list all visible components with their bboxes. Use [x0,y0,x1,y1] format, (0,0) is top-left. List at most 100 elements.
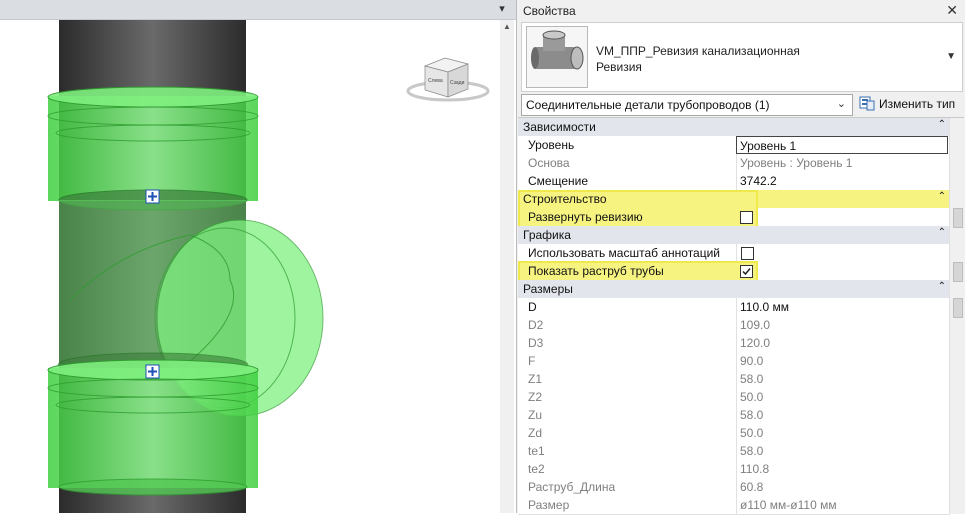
scroll-thumb[interactable] [953,208,963,228]
prop-row-dimension: te2 110.8 [518,460,950,479]
dimension-value: 109.0 [736,316,949,334]
prop-name: Уровень [528,138,575,152]
edit-type-icon [859,96,875,111]
prop-value: 58.0 [740,408,764,422]
filter-label: Соединительные детали трубопроводов (1) [526,98,770,112]
prop-value: Уровень : Уровень 1 [740,156,853,170]
prop-row-dimension: Размер ø110 мм-ø110 мм [518,496,950,515]
prop-row-dimension: Z2 50.0 [518,388,950,407]
group-title: Размеры [523,282,573,296]
view-cube-left-label: Слева [428,78,443,84]
type-name: VM_ППР_Ревизия канализационная [596,44,800,58]
pipe-model-drawing[interactable]: Слева Сзади [0,20,498,513]
dimension-value: 120.0 [736,334,949,352]
edit-type-button[interactable]: Изменить тип [857,93,961,115]
view-cube[interactable]: Слева Сзади [406,57,490,102]
group-construction[interactable]: Строительство ⌃ [518,190,950,209]
show-socket-checkbox[interactable] [740,265,753,278]
prop-name: Zu [528,408,543,422]
collapse-icon[interactable]: ⌃ [938,191,946,202]
prop-row-host: Основа Уровень : Уровень 1 [518,154,950,173]
annotation-scale-value [736,244,949,262]
prop-value: 109.0 [740,318,771,332]
prop-name: Использовать масштаб аннотаций [528,246,721,260]
prop-name: te1 [528,444,545,458]
lower-socket [48,368,258,488]
group-graphics[interactable]: Графика ⌃ [518,226,950,245]
3d-viewport[interactable]: ▾ ▲ Слева Сзади [0,0,516,513]
checkmark-icon [742,268,751,276]
panel-header: Свойства ✕ [517,0,965,22]
prop-value: 50.0 [740,426,764,440]
properties-panel: Свойства ✕ VM_ППР_Ревизия канализационна… [516,0,965,515]
prop-row-dimension: F 90.0 [518,352,950,371]
panel-title: Свойства [523,4,576,18]
dimension-value: ø110 мм-ø110 мм [736,496,949,514]
prop-row-dimension: Zu 58.0 [518,406,950,425]
prop-row-dimension: te1 58.0 [518,442,950,461]
category-filter-select[interactable]: Соединительные детали трубопроводов (1) … [521,94,853,116]
group-title: Графика [523,228,571,242]
prop-row-annotation-scale[interactable]: Использовать масштаб аннотаций [518,244,950,263]
prop-row-dimension[interactable]: D 110.0 мм [518,298,950,317]
prop-name: Z2 [528,390,543,404]
scroll-thumb[interactable] [953,298,963,318]
prop-name: D3 [528,336,544,350]
prop-name: Размер [528,498,570,512]
move-grip-icon[interactable] [145,364,160,379]
prop-name: Развернуть ревизию [528,210,643,224]
properties-scrollbar[interactable] [949,118,964,514]
prop-row-offset[interactable]: Смещение 3742.2 [518,172,950,191]
type-selector[interactable]: VM_ППР_Ревизия канализационная Ревизия ▼ [521,22,963,92]
prop-value: 58.0 [740,444,764,458]
prop-name: te2 [528,462,545,476]
chevron-down-icon: ⌄ [836,98,846,110]
family-thumbnail [526,26,588,88]
level-value-field[interactable]: Уровень 1 [736,136,948,154]
chevron-down-icon[interactable]: ▼ [946,51,956,62]
properties-grid: Зависимости ⌃ Уровень Уровень 1 Основа У… [518,117,964,515]
expand-revision-checkbox[interactable] [740,211,753,224]
prop-row-dimension: Раструб_Длина 60.8 [518,478,950,497]
scroll-up-arrow-icon[interactable]: ▲ [500,22,514,34]
dimension-value: 60.8 [736,478,949,496]
scroll-thumb[interactable] [953,262,963,282]
view-cube-front-label: Сзади [450,80,465,86]
prop-name: Z1 [528,372,543,386]
prop-name: Смещение [528,174,589,188]
prop-row-expand-revision[interactable]: Развернуть ревизию [518,208,950,227]
prop-row-level[interactable]: Уровень Уровень 1 [518,136,950,155]
prop-row-show-socket[interactable]: Показать раструб трубы [518,262,950,281]
prop-value: 60.8 [740,480,764,494]
host-value: Уровень : Уровень 1 [736,154,949,172]
viewport-scrollbar[interactable] [500,20,514,513]
prop-row-dimension: D2 109.0 [518,316,950,335]
prop-row-dimension: Z1 58.0 [518,370,950,389]
prop-value: 120.0 [740,336,771,350]
offset-value-field[interactable]: 3742.2 [736,172,949,190]
upper-socket [48,96,258,201]
prop-value: 110.0 мм [740,300,789,314]
dropdown-menu-icon[interactable]: ▾ [496,2,508,16]
prop-name: D2 [528,318,544,332]
group-constraints[interactable]: Зависимости ⌃ [518,118,950,137]
prop-name: Основа [528,156,570,170]
show-socket-value [736,262,948,280]
prop-value: 50.0 [740,390,764,404]
annotation-scale-checkbox[interactable] [741,247,754,260]
prop-value: ø110 мм-ø110 мм [740,498,837,512]
collapse-icon[interactable]: ⌃ [938,281,946,292]
close-icon[interactable]: ✕ [946,2,958,19]
dimension-value: 90.0 [736,352,949,370]
dimension-value[interactable]: 110.0 мм [736,298,949,316]
move-grip-icon[interactable] [145,189,160,204]
type-subtype: Ревизия [596,60,642,74]
prop-value: 90.0 [740,354,764,368]
dimension-value: 58.0 [736,406,949,424]
group-dimensions[interactable]: Размеры ⌃ [518,280,950,299]
group-title: Зависимости [523,120,596,134]
dimension-value: 110.8 [736,460,949,478]
collapse-icon[interactable]: ⌃ [938,227,946,238]
expand-revision-value [736,208,948,226]
collapse-icon[interactable]: ⌃ [938,119,946,130]
